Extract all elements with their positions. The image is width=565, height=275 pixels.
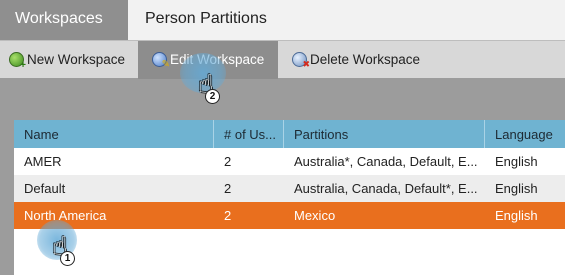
cell-partitions: Mexico bbox=[294, 208, 336, 223]
cell-name: Default bbox=[24, 181, 66, 196]
cell-users: 2 bbox=[224, 208, 232, 223]
cell-language: English bbox=[495, 208, 538, 223]
column-header-users[interactable]: # of Us... bbox=[214, 120, 284, 148]
cell-language: English bbox=[495, 154, 538, 169]
tab-person-partitions[interactable]: Person Partitions bbox=[128, 0, 282, 40]
column-header-partitions[interactable]: Partitions bbox=[284, 120, 485, 148]
cell-name: AMER bbox=[24, 154, 62, 169]
globe-add-icon bbox=[9, 52, 26, 71]
step-badge-1: 1 bbox=[60, 251, 75, 266]
column-header-name[interactable]: Name bbox=[14, 120, 214, 148]
table-row[interactable]: Default 2 Australia, Canada, Default*, E… bbox=[14, 175, 565, 202]
column-header-language[interactable]: Language bbox=[485, 120, 565, 148]
grid-header: Name # of Us... Partitions Language bbox=[14, 120, 565, 148]
step-badge-2: 2 bbox=[205, 89, 220, 104]
toolbar: New Workspace Edit Workspace Delete Work… bbox=[0, 40, 565, 79]
cell-users: 2 bbox=[224, 181, 232, 196]
new-workspace-label: New Workspace bbox=[27, 52, 126, 67]
table-row-selected[interactable]: North America 2 Mexico English bbox=[14, 202, 565, 229]
delete-workspace-label: Delete Workspace bbox=[310, 52, 421, 67]
workspaces-grid: Name # of Us... Partitions Language AMER… bbox=[14, 120, 565, 275]
globe-delete-icon bbox=[292, 52, 310, 70]
tab-workspaces[interactable]: Workspaces bbox=[0, 0, 128, 40]
globe-edit-icon bbox=[152, 52, 170, 70]
cell-partitions: Australia, Canada, Default*, E... bbox=[294, 181, 478, 196]
table-row[interactable]: AMER 2 Australia*, Canada, Default, E...… bbox=[14, 148, 565, 175]
cell-language: English bbox=[495, 181, 538, 196]
cell-partitions: Australia*, Canada, Default, E... bbox=[294, 154, 478, 169]
tab-bar: Workspaces Person Partitions bbox=[0, 0, 565, 40]
delete-workspace-button[interactable]: Delete Workspace bbox=[278, 41, 429, 79]
new-workspace-button[interactable]: New Workspace bbox=[0, 41, 138, 79]
cell-users: 2 bbox=[224, 154, 232, 169]
